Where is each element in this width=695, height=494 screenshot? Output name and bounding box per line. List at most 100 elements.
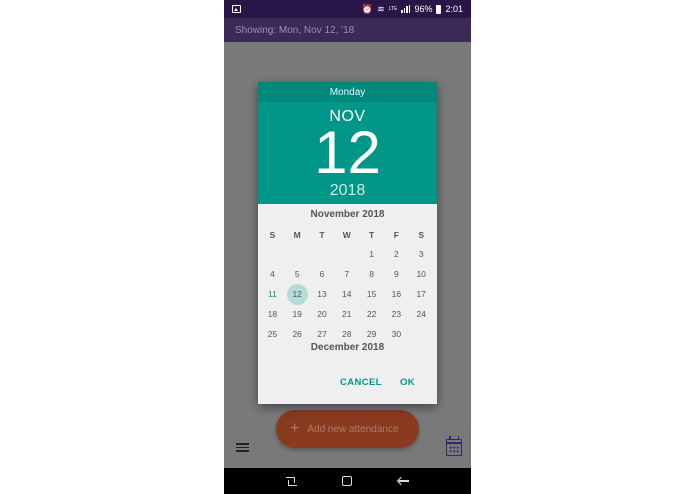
calendar-day-empty	[409, 324, 434, 344]
selected-weekday: Monday	[258, 82, 437, 102]
add-attendance-label: Add new attendance	[307, 423, 399, 435]
calendar-day[interactable]: 28	[334, 324, 359, 344]
calendar-day[interactable]: 23	[384, 304, 409, 324]
battery-percent: 96%	[414, 4, 433, 14]
day-of-week-header: S	[269, 230, 276, 240]
calendar-day[interactable]: 29	[359, 324, 384, 344]
calendar-day-label: 15	[366, 289, 377, 299]
calendar-day-label: 4	[270, 269, 275, 279]
calendar-day[interactable]: 18	[260, 304, 285, 324]
day-of-week-header: T	[368, 230, 375, 240]
calendar-day[interactable]: 15	[359, 284, 384, 304]
calendar-day-label: 6	[319, 269, 325, 279]
lte-label: LTE	[388, 6, 398, 12]
calendar-day-label: 16	[391, 289, 402, 299]
alarm-icon: ⏰	[361, 3, 374, 14]
calendar-day-label: 11	[267, 289, 277, 299]
calendar-day[interactable]: 17	[409, 284, 434, 304]
calendar-day[interactable]: 5	[285, 264, 310, 284]
day-of-week-header: W	[342, 230, 351, 240]
calendar-day-label: 12	[292, 289, 302, 299]
calendar-day-label: 3	[418, 249, 424, 259]
battery-icon	[436, 4, 442, 14]
calendar-day[interactable]: 2	[384, 244, 409, 264]
calendar-day[interactable]: 11	[260, 284, 285, 304]
day-of-week-header: T	[319, 230, 325, 240]
image-icon	[232, 5, 241, 13]
calendar-day[interactable]: 1	[359, 244, 384, 264]
calendar-day-label: 19	[292, 309, 302, 319]
calendar-day[interactable]: 25	[260, 324, 285, 344]
calendar-day-label: 27	[317, 329, 327, 339]
calendar-day-label: 1	[369, 249, 374, 259]
calendar-day[interactable]: 22	[359, 304, 384, 324]
calendar-day-label: 14	[342, 289, 352, 299]
calendar-day[interactable]: 4	[260, 264, 285, 284]
calendar-icon[interactable]	[446, 436, 462, 456]
calendar-day-label: 18	[267, 309, 278, 319]
calendar-day-empty	[285, 244, 310, 264]
cancel-button[interactable]: CANCEL	[340, 377, 382, 388]
calendar-day-label: 10	[416, 269, 426, 279]
calendar-day[interactable]: 13	[310, 284, 335, 304]
calendar-day[interactable]: 26	[285, 324, 310, 344]
calendar-day[interactable]: 10	[409, 264, 434, 284]
calendar-day[interactable]: 7	[334, 264, 359, 284]
current-month-title: November 2018	[310, 209, 385, 220]
calendar-day-label: 26	[292, 329, 302, 339]
day-of-week-header: M	[293, 230, 301, 240]
calendar-day-label: 21	[342, 309, 352, 319]
calendar-day-label: 24	[416, 309, 426, 319]
ok-button[interactable]: OK	[400, 377, 415, 388]
calendar-day-label: 7	[344, 269, 350, 279]
calendar-day-label: 22	[366, 309, 377, 319]
next-month-title: December 2018	[310, 342, 385, 353]
calendar-day[interactable]: 14	[334, 284, 359, 304]
calendar-day-label: 25	[267, 329, 278, 339]
calendar-day[interactable]: 6	[310, 264, 335, 284]
selected-day[interactable]: 12	[258, 123, 437, 183]
add-attendance-button[interactable]: + Add new attendance	[276, 410, 419, 448]
calendar-day[interactable]: 21	[334, 304, 359, 324]
plus-icon: +	[290, 420, 300, 437]
app-bar: Showing: Mon, Nov 12, '18	[224, 18, 471, 42]
calendar-day[interactable]: 20	[310, 304, 335, 324]
calendar-day[interactable]: 9	[384, 264, 409, 284]
date-picker-dialog: Monday NOV 12 2018 November 2018 S M T W T F S…	[258, 82, 437, 404]
system-nav-bar	[224, 468, 471, 494]
calendar-day-label: 2	[394, 249, 399, 259]
back-icon[interactable]	[397, 476, 409, 486]
calendar-day-label: 8	[369, 269, 374, 279]
calendar-day-label: 5	[294, 269, 300, 279]
calendar-day[interactable]: 24	[409, 304, 434, 324]
calendar-day[interactable]: 16	[384, 284, 409, 304]
calendar-day[interactable]: 8	[359, 264, 384, 284]
calendar-day-label: 23	[391, 309, 402, 319]
calendar-day-label: 30	[391, 329, 402, 339]
recent-apps-icon[interactable]	[286, 476, 298, 486]
clock: 2:01	[445, 4, 463, 14]
calendar-day-label: 20	[317, 309, 327, 319]
selected-year[interactable]: 2018	[258, 182, 437, 200]
calendar-day-label: 29	[366, 329, 377, 339]
menu-icon[interactable]	[236, 443, 249, 452]
calendar-grid: S M T W T F S 1 2 3 4 5 6 7 8 9 10 11 12 13 14 15 16 17 18 19 20 21…	[258, 226, 437, 344]
calendar-day-empty	[260, 244, 285, 264]
date-header: NOV 12 2018	[258, 102, 437, 204]
calendar-day-label: 9	[394, 269, 399, 279]
calendar-day[interactable]: 30	[384, 324, 409, 344]
calendar-day[interactable]: 12	[285, 283, 310, 305]
wifi-icon: ≋	[377, 3, 385, 14]
day-of-week-header: F	[393, 230, 399, 240]
home-icon[interactable]	[341, 476, 352, 486]
calendar-day[interactable]: 3	[409, 244, 434, 264]
calendar-day[interactable]: 19	[285, 304, 310, 324]
phone-screen: ⏰ ≋ LTE 96% 2:01 Showing: Mon, Nov 12, '…	[224, 0, 471, 494]
calendar-day[interactable]: 27	[310, 324, 335, 344]
calendar-day-empty	[334, 244, 359, 264]
day-of-week-header: S	[418, 230, 425, 240]
showing-date-label: Showing: Mon, Nov 12, '18	[235, 24, 355, 36]
status-icons: ⏰ ≋ LTE 96% 2:01	[362, 4, 463, 14]
calendar-day-label: 13	[317, 289, 327, 299]
calendar-day-label: 28	[342, 329, 352, 339]
